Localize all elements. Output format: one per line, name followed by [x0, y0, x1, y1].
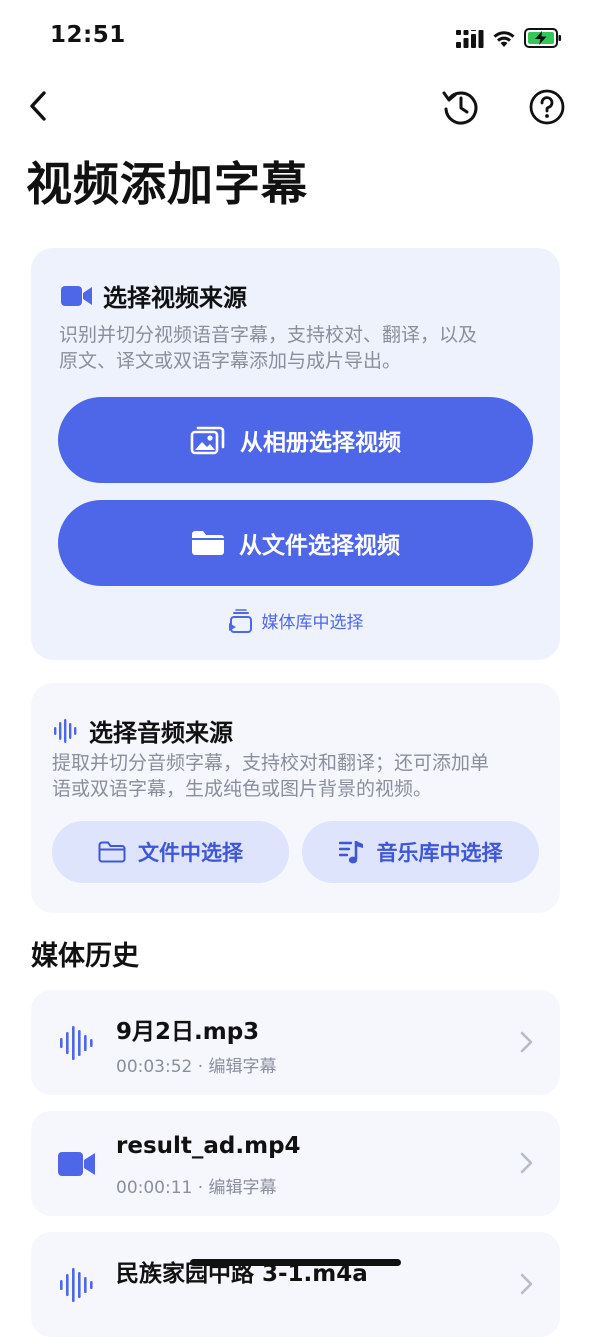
- cellular-signal-icon: [456, 30, 484, 48]
- media-library-link[interactable]: 媒体库中选择: [31, 608, 560, 633]
- audio-file-select-label: 文件中选择: [138, 841, 243, 865]
- help-button[interactable]: [526, 86, 568, 128]
- select-from-album-label: 从相册选择视频: [240, 430, 401, 456]
- audio-waveform-icon: [55, 1022, 99, 1064]
- battery-charging-icon: [524, 28, 561, 48]
- video-source-description: 识别并切分视频语音字幕，支持校对、翻译，以及 原文、译文或双语字幕添加与成片导出…: [59, 324, 478, 372]
- photo-album-icon: [190, 426, 225, 455]
- audio-source-card: 选择音频来源 提取并切分音频字幕，支持校对和翻译；还可添加单 语或双语字幕，生成…: [31, 683, 560, 913]
- music-library-button[interactable]: 音乐库中选择: [302, 821, 539, 883]
- music-library-label: 音乐库中选择: [376, 841, 503, 865]
- history-item[interactable]: 民族家园中路 3-1.m4a: [31, 1232, 560, 1337]
- audio-source-description: 提取并切分音频字幕，支持校对和翻译；还可添加单 语或双语字幕，生成纯色或图片背景…: [52, 752, 490, 800]
- media-library-icon: [228, 608, 252, 633]
- music-note-icon: [338, 841, 363, 864]
- audio-waveform-icon: [54, 718, 77, 743]
- video-source-title: 选择视频来源: [103, 284, 247, 312]
- folder-icon: [192, 531, 224, 555]
- history-item-meta: 00:03:52 · 编辑字幕: [116, 1057, 277, 1077]
- folder-outline-icon: [98, 841, 126, 863]
- history-button[interactable]: [440, 86, 482, 128]
- chevron-right-icon: [520, 1031, 533, 1053]
- history-item-name: result_ad.mp4: [116, 1133, 301, 1159]
- history-clock-icon: [442, 91, 478, 125]
- chevron-left-icon: [30, 91, 46, 121]
- chevron-right-icon: [520, 1273, 533, 1295]
- video-camera-icon: [55, 1143, 99, 1185]
- history-item-meta: 00:00:11 · 编辑字幕: [116, 1178, 277, 1198]
- page-title: 视频添加字幕: [26, 157, 308, 211]
- back-button[interactable]: [20, 86, 56, 126]
- video-source-card: 选择视频来源 识别并切分视频语音字幕，支持校对、翻译，以及 原文、译文或双语字幕…: [31, 248, 560, 660]
- history-item-name: 9月2日.mp3: [116, 1019, 260, 1045]
- history-item[interactable]: 9月2日.mp3 00:03:52 · 编辑字幕: [31, 990, 560, 1095]
- audio-source-header: 选择音频来源: [53, 713, 233, 748]
- video-source-header: 选择视频来源: [61, 278, 247, 313]
- audio-file-select-button[interactable]: 文件中选择: [52, 821, 289, 883]
- status-time: 12:51: [50, 22, 126, 48]
- status-bar: 12:51: [0, 0, 591, 76]
- chevron-right-icon: [520, 1152, 533, 1174]
- media-history-title: 媒体历史: [31, 941, 139, 972]
- select-from-album-button[interactable]: 从相册选择视频: [58, 397, 533, 483]
- wifi-icon: [493, 31, 515, 47]
- select-from-file-label: 从文件选择视频: [239, 533, 400, 559]
- select-from-file-button[interactable]: 从文件选择视频: [58, 500, 533, 586]
- question-circle-icon: [529, 89, 565, 125]
- video-camera-icon: [61, 285, 92, 306]
- nav-bar: [0, 80, 591, 130]
- history-item[interactable]: result_ad.mp4 00:00:11 · 编辑字幕: [31, 1111, 560, 1216]
- media-library-label: 媒体库中选择: [261, 613, 364, 633]
- audio-source-title: 选择音频来源: [89, 719, 233, 747]
- home-indicator: [190, 1259, 401, 1266]
- audio-waveform-icon: [55, 1264, 99, 1306]
